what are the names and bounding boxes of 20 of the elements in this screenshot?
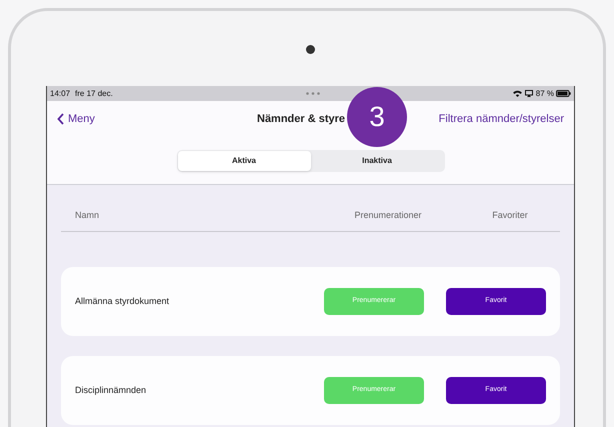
- step-badge: 3: [347, 87, 407, 147]
- item-name: Disciplinnämnden: [75, 384, 148, 397]
- back-button[interactable]: Meny: [57, 110, 95, 128]
- screen-title: Nämnder & styre: [257, 112, 346, 127]
- more-dots-icon: [306, 92, 320, 95]
- status-time: 14:07: [50, 88, 70, 100]
- chevron-left-icon: [57, 113, 64, 125]
- column-header: Favoriter: [491, 208, 529, 222]
- column-header: Prenumerationer: [353, 208, 423, 222]
- status-date: fre 17 dec.: [75, 88, 113, 100]
- filter-link[interactable]: Filtrera nämnder/styrelser: [438, 110, 564, 128]
- column-header: Namn: [74, 208, 100, 222]
- battery-percentage: 87 %: [536, 88, 554, 100]
- segment-tab[interactable]: Inaktiva: [310, 151, 444, 171]
- item-name: Allmänna styrdokument: [75, 294, 170, 308]
- camera-icon: [306, 45, 315, 54]
- battery-icon: [556, 90, 571, 97]
- segment-tab[interactable]: Aktiva: [178, 151, 310, 171]
- screen-mirroring-icon: [524, 90, 533, 97]
- wifi-icon: [512, 90, 522, 97]
